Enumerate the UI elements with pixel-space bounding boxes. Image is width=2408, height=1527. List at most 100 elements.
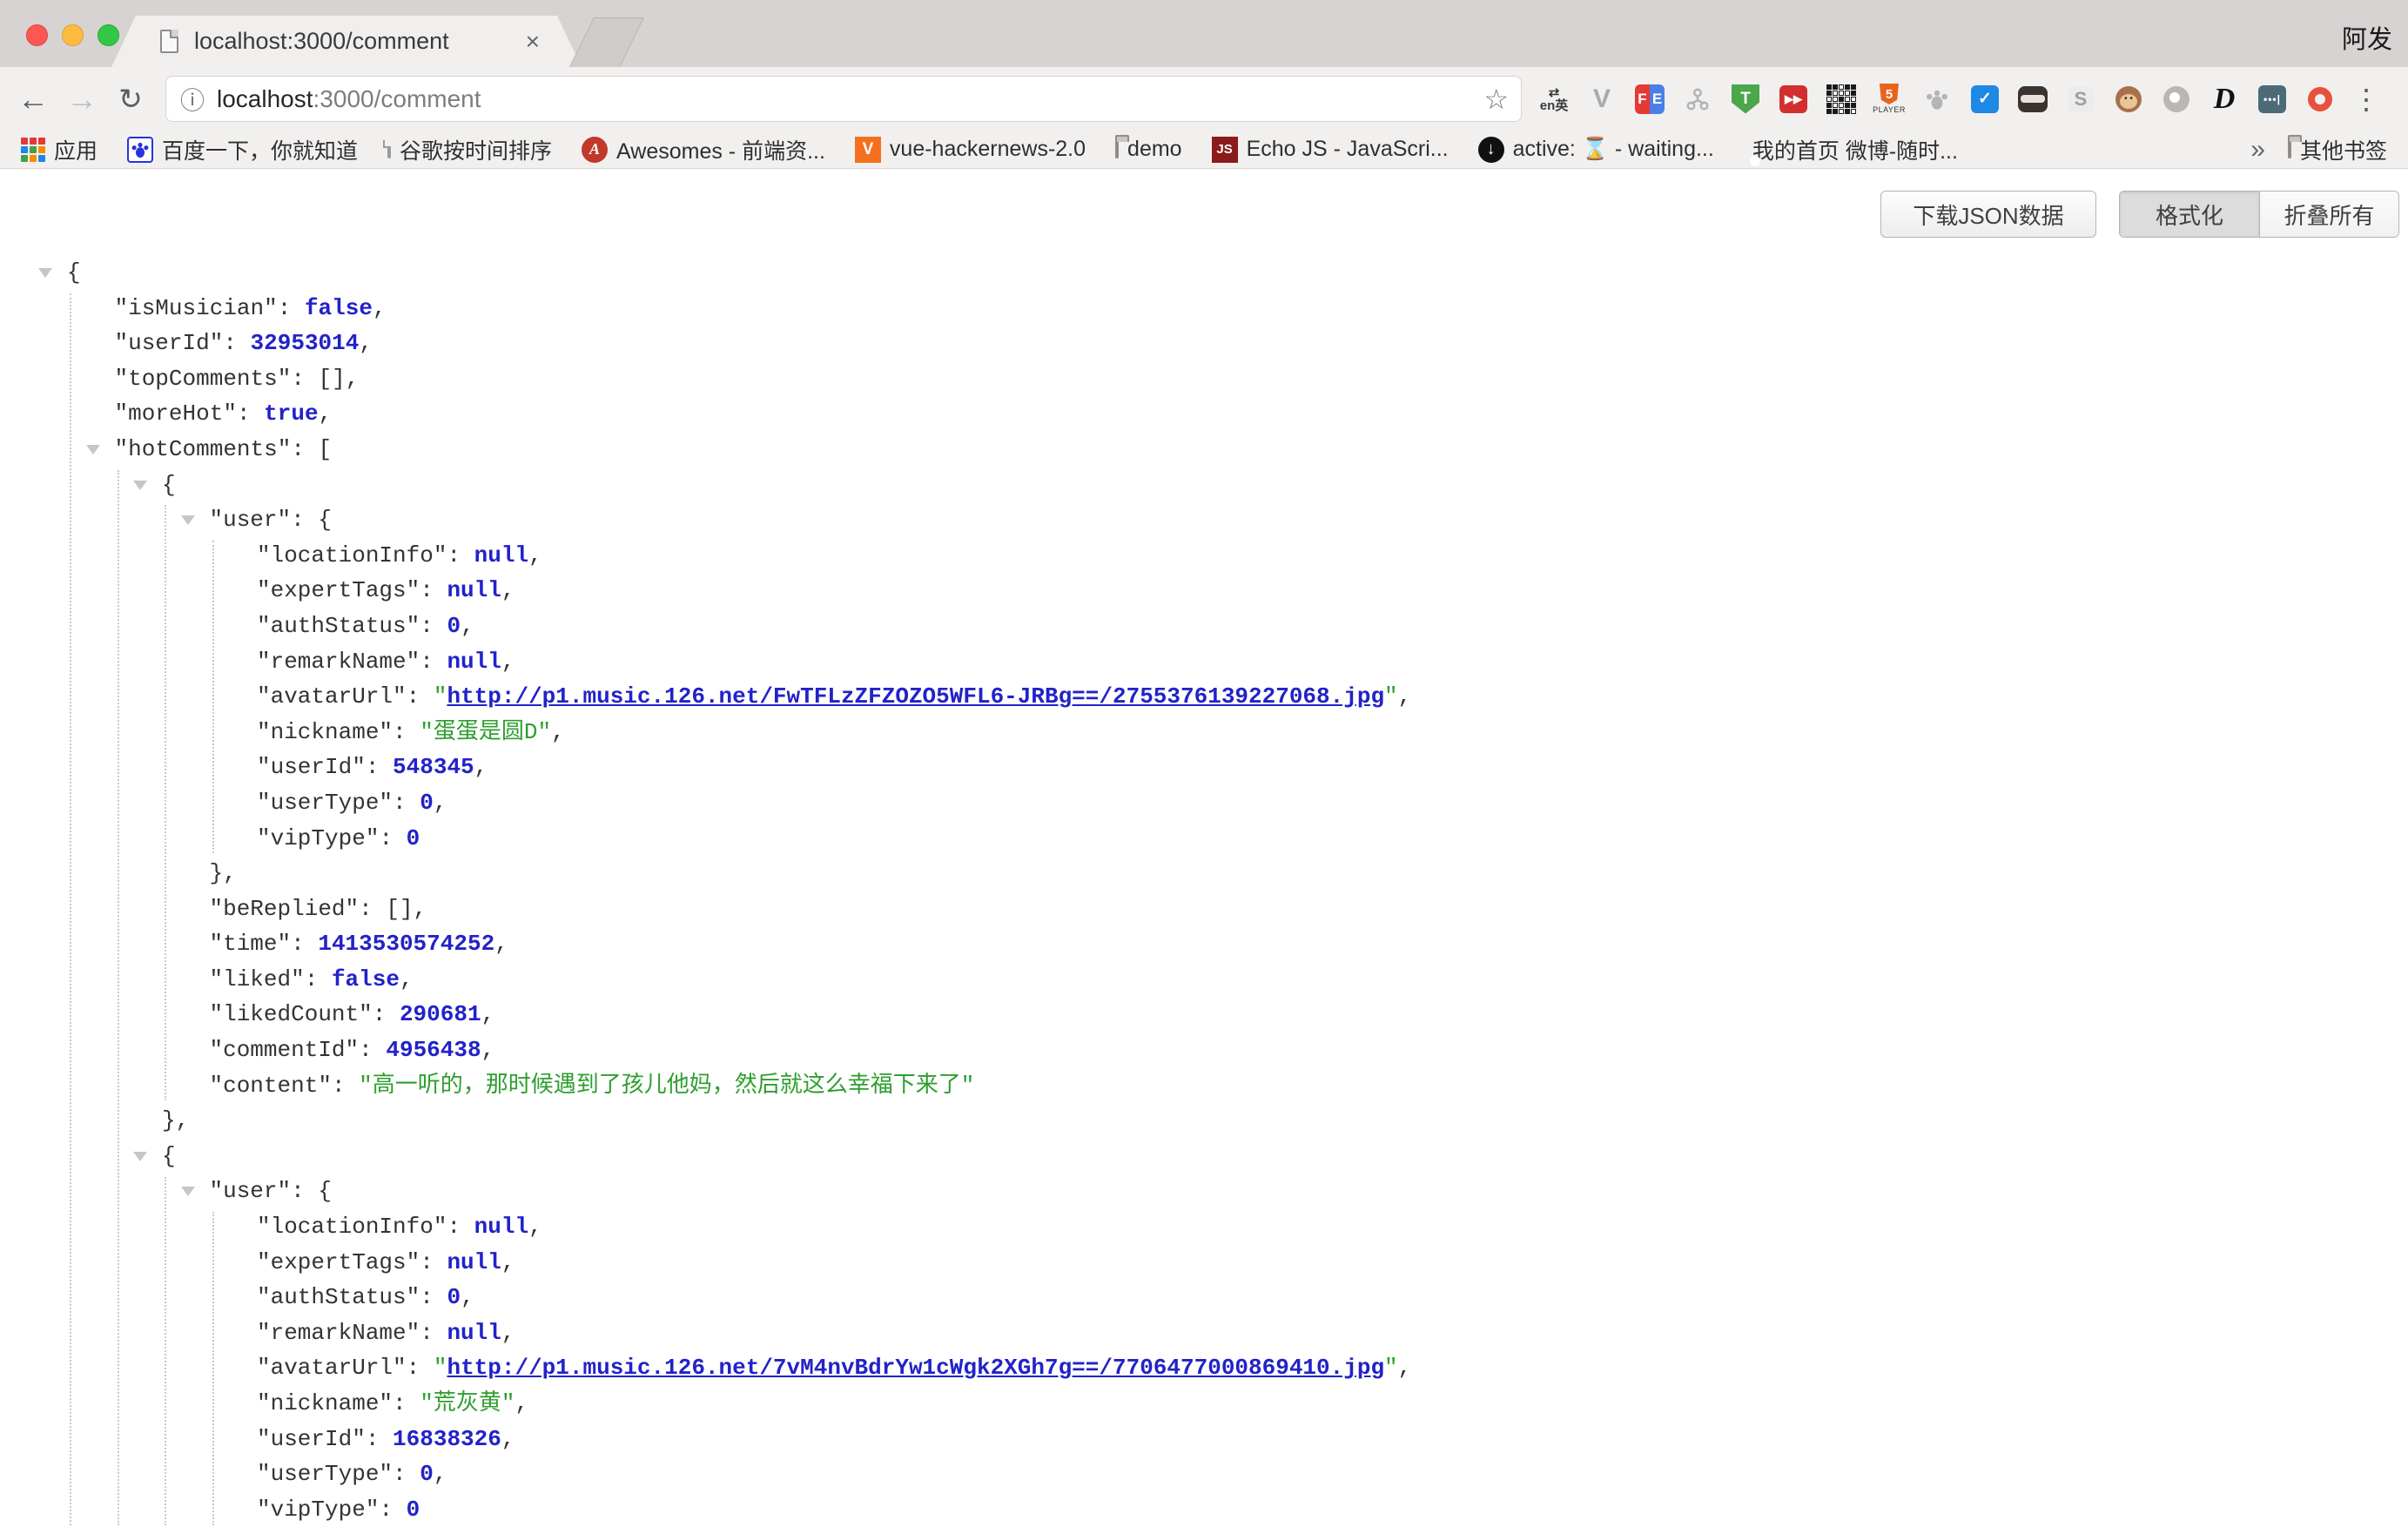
dark-d-icon[interactable]: D — [2208, 81, 2241, 118]
collapse-toggle-icon[interactable] — [38, 268, 52, 278]
bookmarks-overflow-chevron[interactable]: » — [2250, 135, 2265, 165]
address-bar[interactable]: ⓘ localhost:3000/comment ☆ — [165, 76, 1522, 122]
json-punct: , — [1398, 683, 1412, 710]
json-punct: : — [305, 966, 332, 992]
json-key: "content" — [210, 1073, 332, 1099]
tabs-icon[interactable]: •••| — [2256, 81, 2289, 118]
collapse-toggle-icon[interactable] — [133, 1152, 147, 1161]
red-ring-icon[interactable] — [2304, 81, 2337, 118]
json-key: "expertTags" — [257, 1249, 420, 1275]
bookmark-item[interactable]: 我的首页 微博-随时... — [1744, 134, 1958, 165]
json-string: "高一听的，那时候遇到了孩儿他妈，然后就这么幸福下来了" — [359, 1073, 974, 1099]
paw-icon[interactable] — [1920, 81, 1954, 118]
browser-tab[interactable]: localhost:3000/comment × — [111, 16, 582, 67]
json-key: "vipType" — [257, 1497, 379, 1523]
json-punct: : — [393, 1461, 420, 1487]
json-punct: , — [400, 966, 414, 992]
json-line: "liked": false, — [0, 962, 2408, 998]
bookmark-item[interactable]: demo — [1115, 137, 1182, 162]
bookmark-star-icon[interactable]: ☆ — [1483, 83, 1509, 116]
bookmark-item[interactable]: 百度一下，你就知道 — [127, 134, 358, 165]
json-key: "time" — [210, 931, 292, 957]
json-line: }, — [0, 1103, 2408, 1139]
s-tool-icon[interactable]: S — [2064, 81, 2097, 118]
bookmark-item[interactable]: ↓active: ⌛ - waiting... — [1478, 137, 1714, 163]
fe-icon[interactable]: FE — [1633, 81, 1666, 118]
vue-devtools-icon[interactable]: V — [1585, 81, 1618, 118]
json-punct: : [], — [359, 896, 427, 922]
download-json-button[interactable]: 下载JSON数据 — [1880, 191, 2096, 238]
bookmark-label: 其他书签 — [2300, 134, 2387, 165]
qr-code-icon[interactable] — [1825, 81, 1858, 118]
bookmark-item[interactable]: AAwesomes - 前端资... — [582, 134, 825, 165]
json-line: "expertTags": null, — [0, 1245, 2408, 1281]
collapse-toggle-icon[interactable] — [181, 515, 195, 525]
collapse-all-button[interactable]: 折叠所有 — [2259, 192, 2398, 237]
json-value: null — [447, 577, 501, 603]
json-viewer-page: 下载JSON数据 格式化 折叠所有 {"isMusician": false,"… — [0, 170, 2408, 1527]
bookmark-item[interactable]: JSEcho JS - JavaScri... — [1212, 137, 1449, 163]
json-punct: : — [420, 1284, 447, 1310]
new-tab-button[interactable] — [569, 17, 644, 67]
browser-menu-icon[interactable]: ⋮ — [2349, 83, 2384, 116]
json-line: "hotComments": [ — [0, 432, 2408, 468]
weibo-gray-icon[interactable] — [2160, 81, 2193, 118]
json-line: "authStatus": 0, — [0, 1280, 2408, 1315]
maximize-window-button[interactable] — [98, 24, 119, 46]
json-punct: : — [420, 1320, 447, 1346]
bookmark-item[interactable]: Vvue-hackernews-2.0 — [855, 137, 1086, 163]
profile-name[interactable]: 阿发 — [2342, 19, 2392, 56]
json-value: false — [332, 966, 400, 992]
html5-player-icon[interactable]: 5PLAYER — [1873, 81, 1906, 118]
json-line: "nickname": "蛋蛋是圆D", — [0, 715, 2408, 750]
json-line: "remarkName": null, — [0, 1315, 2408, 1351]
json-string: " — [434, 683, 447, 710]
json-punct: : — [420, 649, 447, 675]
collapse-toggle-icon[interactable] — [133, 481, 147, 490]
close-window-button[interactable] — [26, 24, 48, 46]
json-line: "userId": 32953014, — [0, 326, 2408, 361]
minimize-window-button[interactable] — [62, 24, 84, 46]
json-punct: , — [528, 542, 542, 568]
json-value: 4956438 — [386, 1037, 481, 1063]
translate-icon[interactable]: ⇄en英 — [1537, 81, 1571, 118]
video-speed-icon[interactable]: ▶▶ — [1777, 81, 1810, 118]
reload-button[interactable]: ↻ — [106, 82, 155, 116]
collapse-toggle-icon[interactable] — [181, 1187, 195, 1196]
bookmark-item[interactable]: 应用 — [21, 134, 98, 165]
url-text[interactable]: localhost:3000/comment — [217, 85, 481, 113]
back-button[interactable]: ← — [9, 81, 57, 118]
monkey-icon[interactable] — [2112, 81, 2145, 118]
tampermonkey-icon[interactable]: T — [1729, 81, 1762, 118]
json-value: 1413530574252 — [318, 931, 494, 957]
json-punct: , — [461, 1284, 474, 1310]
proxy-icon[interactable] — [1681, 81, 1714, 118]
check-blue-icon[interactable]: ✓ — [1968, 81, 2001, 118]
tab-close-icon[interactable]: × — [526, 28, 540, 56]
json-key: "commentId" — [210, 1037, 360, 1063]
json-punct: { — [162, 472, 176, 498]
collapse-toggle-icon[interactable] — [86, 445, 100, 454]
json-line: "expertTags": null, — [0, 573, 2408, 609]
tab-strip: localhost:3000/comment × 阿发 — [0, 0, 2408, 67]
json-line: "userType": 0, — [0, 785, 2408, 821]
page-icon — [387, 142, 391, 158]
bookmark-item[interactable]: 谷歌按时间排序 — [387, 134, 552, 165]
json-line: "isMusician": false, — [0, 291, 2408, 326]
site-info-icon[interactable]: ⓘ — [180, 82, 205, 117]
mask-icon[interactable] — [2016, 81, 2049, 118]
bookmark-label: 谷歌按时间排序 — [400, 134, 552, 165]
json-punct: : [], — [291, 366, 359, 392]
json-link[interactable]: http://p1.music.126.net/FwTFLzZFZOZO5WFL… — [447, 683, 1384, 710]
bookmark-label: vue-hackernews-2.0 — [890, 137, 1086, 162]
other-bookmarks-folder[interactable]: 其他书签 — [2288, 134, 2387, 165]
format-button[interactable]: 格式化 — [2120, 192, 2259, 237]
bookmark-label: 应用 — [54, 134, 98, 165]
json-line: "locationInfo": null, — [0, 1209, 2408, 1245]
json-link[interactable]: http://p1.music.126.net/7vM4nvBdrYw1cWgk… — [447, 1355, 1384, 1381]
json-punct: , — [481, 1037, 495, 1063]
bookmark-label: Awesomes - 前端资... — [616, 134, 825, 165]
json-line: "user": { — [0, 502, 2408, 538]
json-punct: : — [447, 1214, 474, 1240]
json-punct: : — [359, 1037, 386, 1063]
